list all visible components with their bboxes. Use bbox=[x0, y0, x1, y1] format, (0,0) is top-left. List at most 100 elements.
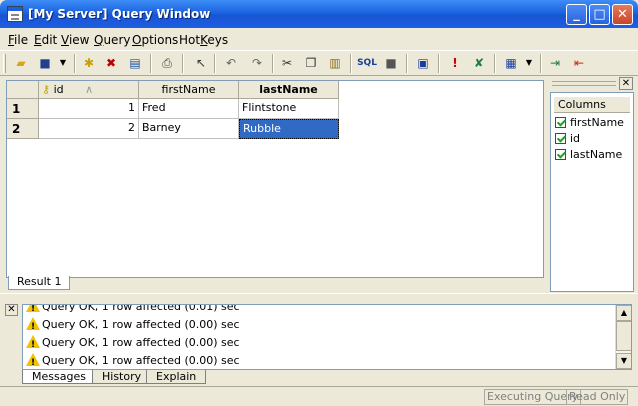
import-icon[interactable]: ⇥ bbox=[546, 54, 564, 72]
messages-pane[interactable]: Query OK, 1 row affected (0.01) sec Quer… bbox=[22, 304, 632, 370]
toolbar-separator bbox=[214, 54, 216, 73]
menu-view-mnemonic: V bbox=[61, 33, 69, 47]
column-header-lastname[interactable]: lastName bbox=[239, 81, 339, 99]
grid-cell-id[interactable]: 2 bbox=[39, 119, 139, 139]
column-header-id-label: id bbox=[53, 83, 64, 96]
tab-history[interactable]: History bbox=[92, 370, 152, 384]
menu-options[interactable]: Options bbox=[132, 33, 178, 47]
grid-cell-lastname[interactable]: Flintstone bbox=[239, 99, 339, 119]
message-text: Query OK, 1 row affected (0.00) sec bbox=[42, 318, 240, 331]
minimize-button[interactable]: _ bbox=[566, 4, 587, 25]
warning-icon bbox=[26, 335, 40, 354]
close-button[interactable]: ✕ bbox=[612, 4, 633, 25]
column-toggle-label: lastName bbox=[570, 148, 623, 161]
sql-icon[interactable]: SQL bbox=[356, 54, 378, 72]
scroll-down-icon[interactable]: ▼ bbox=[616, 353, 631, 369]
grid-cell-id[interactable]: 1 bbox=[39, 99, 139, 119]
menu-bar: File Edit View Query Options HotKeys bbox=[0, 28, 638, 50]
pointer-icon[interactable]: ↖ bbox=[192, 54, 210, 72]
app-window-icon bbox=[7, 6, 23, 22]
column-toggle-id[interactable]: id bbox=[555, 131, 580, 147]
grid-cell-firstname[interactable]: Barney bbox=[139, 119, 239, 139]
menu-file[interactable]: File bbox=[8, 33, 28, 47]
open-folder-icon[interactable]: ▰ bbox=[12, 54, 30, 72]
menu-hotkeys[interactable]: HotKeys bbox=[179, 33, 228, 47]
grid-cell-lastname-selected[interactable]: Rubble bbox=[239, 119, 339, 139]
grid-cell-firstname[interactable]: Fred bbox=[139, 99, 239, 119]
maximize-button[interactable]: □ bbox=[589, 4, 610, 25]
menu-edit-rest: dit bbox=[41, 33, 58, 47]
menu-options-rest: ptions bbox=[141, 33, 179, 47]
copy-icon[interactable]: ❐ bbox=[302, 54, 320, 72]
tab-messages[interactable]: Messages bbox=[22, 370, 96, 384]
results-grid[interactable]: ⚷ id ∧ firstName lastName 1 1 Fred Flint… bbox=[6, 80, 544, 278]
columns-panel: Columns firstName id lastName bbox=[550, 92, 634, 292]
toolbar-separator bbox=[406, 54, 408, 73]
execute-icon[interactable]: ! bbox=[446, 54, 464, 72]
menu-query[interactable]: Query bbox=[94, 33, 130, 47]
column-toggle-firstname[interactable]: firstName bbox=[555, 115, 624, 131]
message-line: Query OK, 1 row affected (0.00) sec bbox=[26, 334, 240, 354]
result-tabs: Result 1 bbox=[6, 276, 544, 290]
page-icon[interactable]: ▣ bbox=[414, 54, 432, 72]
columns-panel-close-icon[interactable]: ✕ bbox=[619, 77, 633, 90]
column-toggle-lastname[interactable]: lastName bbox=[555, 147, 622, 163]
row-header[interactable]: 1 bbox=[7, 99, 39, 119]
messages-scrollbar[interactable]: ▲ ▼ bbox=[615, 305, 631, 369]
delete-row-icon[interactable]: ✖ bbox=[102, 54, 120, 72]
toolbar: ▰ ■ ▼ ✱ ✖ ▤ ⎙ ↖ ↶ ↷ ✂ ❐ ▥ SQL ■ ▣ ! ✘ ▦ … bbox=[0, 50, 638, 76]
message-text: Query OK, 1 row affected (0.00) sec bbox=[42, 336, 240, 349]
save-disk-icon[interactable]: ■ bbox=[36, 54, 54, 72]
paste-icon[interactable]: ▥ bbox=[326, 54, 344, 72]
cancel-icon[interactable]: ✘ bbox=[470, 54, 488, 72]
pane-splitter[interactable] bbox=[0, 293, 638, 301]
title-bar[interactable]: [My Server] Query Window _ □ ✕ bbox=[0, 0, 638, 28]
export-icon[interactable]: ⇤ bbox=[570, 54, 588, 72]
messages-close-icon[interactable]: ✕ bbox=[5, 304, 18, 316]
checkbox-checked-icon[interactable] bbox=[555, 133, 566, 144]
toolbar-separator bbox=[182, 54, 184, 73]
column-header-firstname[interactable]: firstName bbox=[139, 81, 239, 99]
message-line: Query OK, 1 row affected (0.00) sec bbox=[26, 316, 240, 336]
stop-icon[interactable]: ■ bbox=[382, 54, 400, 72]
warning-icon bbox=[26, 353, 40, 369]
menu-edit[interactable]: Edit bbox=[34, 33, 57, 47]
grid-view-icon[interactable]: ▦ bbox=[502, 54, 520, 72]
dropdown-arrow-icon[interactable]: ▼ bbox=[54, 54, 72, 72]
row-header[interactable]: 2 bbox=[7, 119, 39, 139]
cut-icon[interactable]: ✂ bbox=[278, 54, 296, 72]
columns-panel-grip[interactable] bbox=[552, 81, 616, 86]
menu-hotkeys-pre: Hot bbox=[179, 33, 201, 47]
menu-file-rest: ile bbox=[14, 33, 29, 47]
message-tabs: Messages History Explain bbox=[22, 370, 632, 384]
columns-panel-header[interactable]: Columns bbox=[554, 97, 630, 113]
tab-result-1[interactable]: Result 1 bbox=[8, 276, 71, 290]
menu-view-rest: iew bbox=[68, 33, 90, 47]
new-row-icon[interactable]: ✱ bbox=[80, 54, 98, 72]
checkbox-checked-icon[interactable] bbox=[555, 117, 566, 128]
message-text: Query OK, 1 row affected (0.01) sec bbox=[42, 304, 240, 313]
toolbar-separator bbox=[350, 54, 352, 73]
warning-icon bbox=[26, 317, 40, 336]
message-line: Query OK, 1 row affected (0.01) sec bbox=[26, 304, 240, 318]
message-line: Query OK, 1 row affected (0.00) sec bbox=[26, 352, 240, 369]
column-header-id[interactable]: ⚷ id ∧ bbox=[39, 81, 139, 99]
menu-edit-mnemonic: E bbox=[34, 33, 42, 47]
status-read-only: Read Only bbox=[566, 389, 629, 405]
toolbar-separator bbox=[438, 54, 440, 73]
toolbar-grip[interactable] bbox=[3, 54, 6, 73]
refresh-table-icon[interactable]: ▤ bbox=[126, 54, 144, 72]
status-bar: Executing Query Read Only bbox=[0, 386, 638, 406]
toolbar-separator bbox=[540, 54, 542, 73]
checkbox-checked-icon[interactable] bbox=[555, 149, 566, 160]
toolbar-separator bbox=[272, 54, 274, 73]
dropdown-arrow-icon[interactable]: ▼ bbox=[520, 54, 538, 72]
undo-icon[interactable]: ↶ bbox=[222, 54, 240, 72]
redo-icon[interactable]: ↷ bbox=[248, 54, 266, 72]
menu-view[interactable]: View bbox=[61, 33, 89, 47]
tab-explain[interactable]: Explain bbox=[146, 370, 207, 384]
scroll-thumb[interactable] bbox=[616, 321, 631, 351]
grid-corner bbox=[7, 81, 39, 99]
scroll-up-icon[interactable]: ▲ bbox=[616, 305, 631, 321]
print-icon[interactable]: ⎙ bbox=[158, 54, 176, 72]
